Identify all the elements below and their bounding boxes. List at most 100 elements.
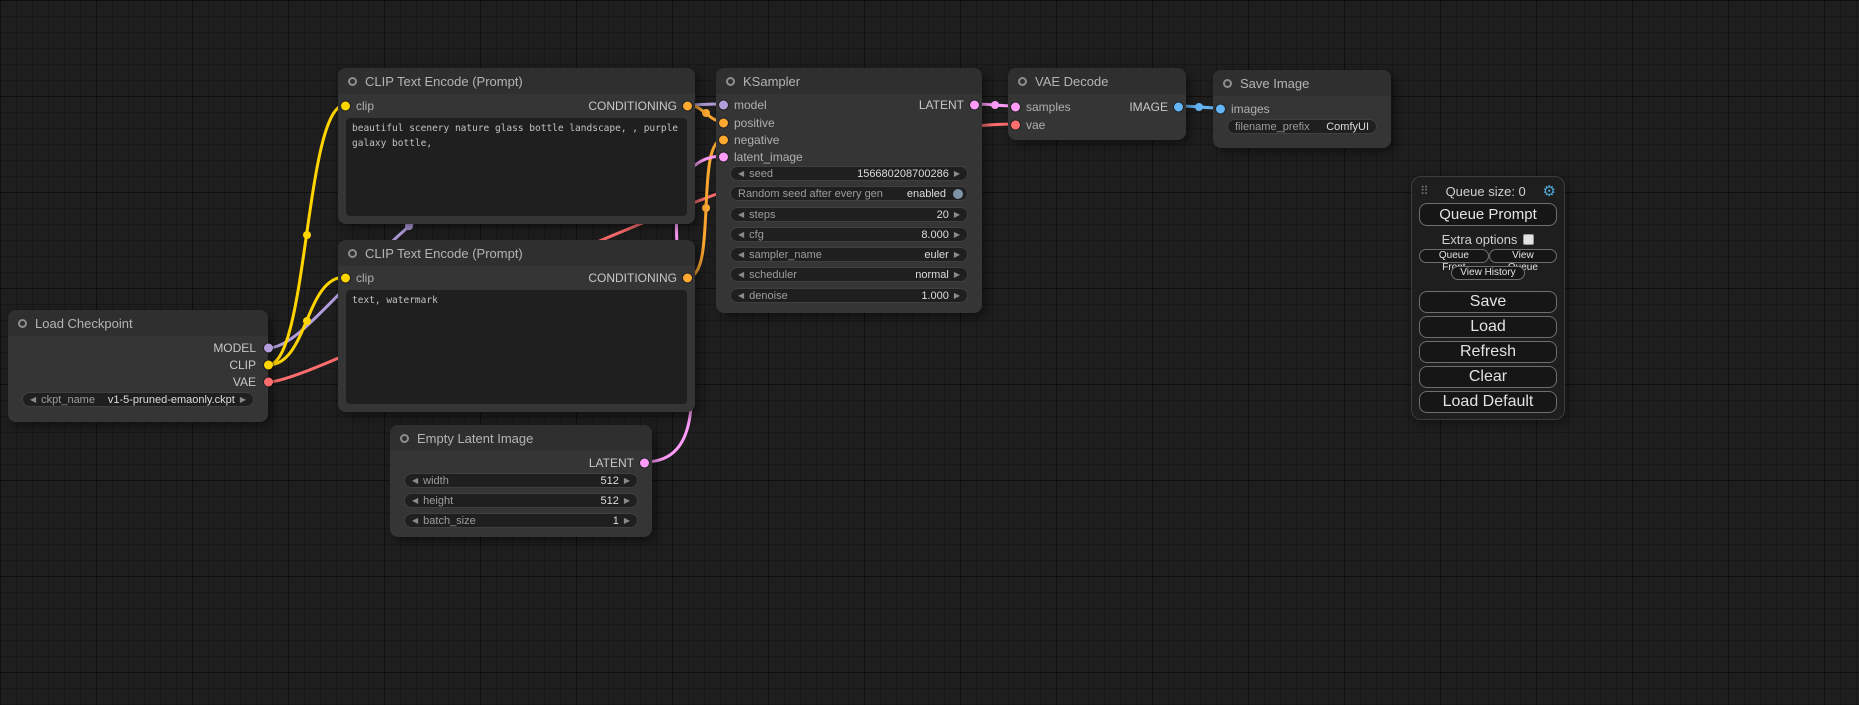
widget-label: cfg [749, 229, 764, 241]
next-value-icon[interactable]: ▶ [624, 477, 630, 485]
widget-label: height [423, 495, 453, 507]
width-widget[interactable]: ◀ width 512 ▶ [404, 473, 638, 488]
conditioning-output-port[interactable] [683, 273, 692, 282]
widget-label: seed [749, 168, 773, 180]
scheduler-widget[interactable]: ◀ scheduler normal ▶ [730, 267, 968, 282]
random-seed-widget[interactable]: Random seed after every gen enabled [730, 186, 968, 201]
prev-value-icon[interactable]: ◀ [30, 396, 36, 404]
ckpt-name-widget[interactable]: ◀ ckpt_name v1-5-pruned-emaonly.ckpt ▶ [22, 392, 254, 407]
widget-label: width [423, 475, 449, 487]
next-value-icon[interactable]: ▶ [240, 396, 246, 404]
queue-front-button[interactable]: Queue Front [1419, 249, 1489, 263]
collapse-dot-icon[interactable] [1018, 77, 1027, 86]
next-value-icon[interactable]: ▶ [954, 292, 960, 300]
wire-midpoint-dot [303, 317, 311, 325]
cfg-widget[interactable]: ◀ cfg 8.000 ▶ [730, 227, 968, 242]
settings-gear-icon[interactable]: ⚙ [1543, 184, 1556, 199]
node-title-bar[interactable]: CLIP Text Encode (Prompt) [338, 68, 695, 94]
next-value-icon[interactable]: ▶ [954, 271, 960, 279]
positive-prompt-textarea[interactable]: beautiful scenery nature glass bottle la… [346, 118, 687, 216]
node-title-bar[interactable]: CLIP Text Encode (Prompt) [338, 240, 695, 266]
filename-prefix-widget[interactable]: filename_prefix ComfyUI [1227, 119, 1377, 134]
next-value-icon[interactable]: ▶ [954, 231, 960, 239]
input-label: positive [734, 116, 775, 130]
next-value-icon[interactable]: ▶ [624, 517, 630, 525]
next-value-icon[interactable]: ▶ [624, 497, 630, 505]
collapse-dot-icon[interactable] [348, 249, 357, 258]
collapse-dot-icon[interactable] [348, 77, 357, 86]
load-button[interactable]: Load [1419, 316, 1557, 338]
latent-output-port[interactable] [640, 458, 649, 467]
widget-value: normal [915, 269, 949, 281]
next-value-icon[interactable]: ▶ [954, 251, 960, 259]
next-value-icon[interactable]: ▶ [954, 170, 960, 178]
clear-button[interactable]: Clear [1419, 366, 1557, 388]
node-title: KSampler [743, 74, 800, 89]
node-empty-latent-image[interactable]: Empty Latent Image LATENT ◀ width 512 ▶ … [390, 425, 652, 537]
batch-size-widget[interactable]: ◀ batch_size 1 ▶ [404, 513, 638, 528]
collapse-dot-icon[interactable] [1223, 79, 1232, 88]
height-widget[interactable]: ◀ height 512 ▶ [404, 493, 638, 508]
extra-options-checkbox[interactable] [1523, 234, 1534, 245]
wire-midpoint-dot [702, 204, 710, 212]
node-title: VAE Decode [1035, 74, 1108, 89]
node-clip-text-encode-positive[interactable]: CLIP Text Encode (Prompt) clip CONDITION… [338, 68, 695, 224]
view-queue-button[interactable]: View Queue [1489, 249, 1557, 263]
load-default-button[interactable]: Load Default [1419, 391, 1557, 413]
widget-value: ComfyUI [1326, 121, 1369, 133]
image-output-port[interactable] [1174, 102, 1183, 111]
node-title-bar[interactable]: Load Checkpoint [8, 310, 268, 336]
vae-input-port[interactable] [1011, 120, 1020, 129]
queue-prompt-button[interactable]: Queue Prompt [1419, 203, 1557, 226]
clip-output-port[interactable] [264, 360, 273, 369]
node-title-bar[interactable]: Empty Latent Image [390, 425, 652, 451]
node-ksampler[interactable]: KSampler model LATENT positive negative … [716, 68, 982, 313]
node-title-bar[interactable]: KSampler [716, 68, 982, 94]
node-vae-decode[interactable]: VAE Decode samples IMAGE vae [1008, 68, 1186, 140]
collapse-dot-icon[interactable] [726, 77, 735, 86]
positive-input-port[interactable] [719, 118, 728, 127]
latent-image-input-port[interactable] [719, 152, 728, 161]
widget-value: 1.000 [921, 290, 949, 302]
prev-value-icon[interactable]: ◀ [412, 517, 418, 525]
widget-label: steps [749, 209, 775, 221]
node-graph-canvas[interactable]: Load Checkpoint MODEL CLIP VAE ◀ ckpt_na… [0, 0, 1859, 705]
prev-value-icon[interactable]: ◀ [738, 231, 744, 239]
node-title-bar[interactable]: Save Image [1213, 70, 1391, 96]
refresh-button[interactable]: Refresh [1419, 341, 1557, 363]
collapse-dot-icon[interactable] [400, 434, 409, 443]
widget-value: 156680208700286 [857, 168, 949, 180]
save-button[interactable]: Save [1419, 291, 1557, 313]
collapse-dot-icon[interactable] [18, 319, 27, 328]
negative-input-port[interactable] [719, 135, 728, 144]
wire-midpoint-dot [991, 101, 999, 109]
negative-prompt-textarea[interactable]: text, watermark [346, 290, 687, 404]
next-value-icon[interactable]: ▶ [954, 211, 960, 219]
seed-toggle-dot[interactable] [953, 189, 963, 199]
node-title-bar[interactable]: VAE Decode [1008, 68, 1186, 94]
sampler-name-widget[interactable]: ◀ sampler_name euler ▶ [730, 247, 968, 262]
node-title: CLIP Text Encode (Prompt) [365, 74, 523, 89]
prev-value-icon[interactable]: ◀ [738, 292, 744, 300]
prev-value-icon[interactable]: ◀ [738, 211, 744, 219]
prev-value-icon[interactable]: ◀ [738, 170, 744, 178]
node-save-image[interactable]: Save Image images filename_prefix ComfyU… [1213, 70, 1391, 148]
steps-widget[interactable]: ◀ steps 20 ▶ [730, 207, 968, 222]
widget-label: batch_size [423, 515, 476, 527]
conditioning-output-port[interactable] [683, 101, 692, 110]
view-history-button[interactable]: View History [1451, 266, 1524, 280]
node-clip-text-encode-negative[interactable]: CLIP Text Encode (Prompt) clip CONDITION… [338, 240, 695, 412]
images-input-port[interactable] [1216, 104, 1225, 113]
prev-value-icon[interactable]: ◀ [412, 477, 418, 485]
latent-output-port[interactable] [970, 100, 979, 109]
vae-output-port[interactable] [264, 377, 273, 386]
widget-value: 8.000 [921, 229, 949, 241]
prev-value-icon[interactable]: ◀ [412, 497, 418, 505]
denoise-widget[interactable]: ◀ denoise 1.000 ▶ [730, 288, 968, 303]
node-load-checkpoint[interactable]: Load Checkpoint MODEL CLIP VAE ◀ ckpt_na… [8, 310, 268, 422]
drag-handle-icon[interactable]: ⠿ [1420, 184, 1429, 198]
seed-widget[interactable]: ◀ seed 156680208700286 ▶ [730, 166, 968, 181]
prev-value-icon[interactable]: ◀ [738, 271, 744, 279]
prev-value-icon[interactable]: ◀ [738, 251, 744, 259]
model-output-port[interactable] [264, 343, 273, 352]
